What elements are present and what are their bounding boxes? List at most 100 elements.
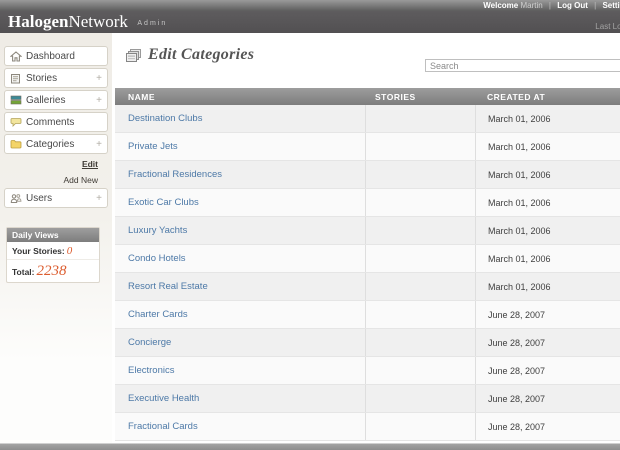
table-row: Destination Clubs March 01, 2006 bbox=[115, 105, 620, 133]
sidebar-item-galleries[interactable]: Galleries + bbox=[4, 90, 108, 110]
sidebar-menu: Dashboard Stories + Galleries + Comments Categ… bbox=[0, 46, 112, 208]
users-icon bbox=[10, 193, 23, 204]
cell-name: Fractional Residences bbox=[115, 161, 365, 188]
cell-name: Resort Real Estate bbox=[115, 273, 365, 300]
category-link[interactable]: Destination Clubs bbox=[128, 113, 202, 124]
last-login-text: Last Log bbox=[595, 22, 620, 31]
welcome-prefix: Welcome bbox=[483, 1, 519, 10]
sidebar-item-label: Dashboard bbox=[26, 50, 75, 62]
cell-name: Luxury Yachts bbox=[115, 217, 365, 244]
cell-created-at: June 28, 2007 bbox=[475, 357, 620, 384]
cell-stories bbox=[365, 329, 475, 356]
page-title-row: Edit Categories bbox=[125, 46, 254, 64]
category-link[interactable]: Concierge bbox=[128, 337, 171, 348]
plus-icon[interactable]: + bbox=[96, 139, 102, 150]
sidebar-item-categories[interactable]: Categories + bbox=[4, 134, 108, 154]
sidebar-item-users[interactable]: Users + bbox=[4, 188, 108, 208]
daily-views-row: Total: 2238 bbox=[7, 259, 99, 282]
cell-stories bbox=[365, 245, 475, 272]
sidebar-item-label: Galleries bbox=[26, 94, 66, 106]
table-row: Luxury Yachts March 01, 2006 bbox=[115, 217, 620, 245]
cell-created-at: March 01, 2006 bbox=[475, 189, 620, 216]
brand-name-bold: Halogen bbox=[8, 12, 69, 31]
cell-created-at: March 01, 2006 bbox=[475, 105, 620, 132]
category-link[interactable]: Exotic Car Clubs bbox=[128, 197, 199, 208]
cell-name: Private Jets bbox=[115, 133, 365, 160]
daily-views-label: Your Stories: bbox=[12, 246, 65, 256]
divider: | bbox=[594, 1, 597, 10]
table-row: Charter Cards June 28, 2007 bbox=[115, 301, 620, 329]
sidebar-subitem-edit[interactable]: Edit bbox=[4, 156, 108, 172]
category-link[interactable]: Condo Hotels bbox=[128, 253, 186, 264]
sidebar-item-label: Stories bbox=[26, 72, 58, 84]
cell-created-at: June 28, 2007 bbox=[475, 329, 620, 356]
table-row: Condo Hotels March 01, 2006 bbox=[115, 245, 620, 273]
table-row: Exotic Car Clubs March 01, 2006 bbox=[115, 189, 620, 217]
sidebar-subitem-add-new[interactable]: Add New bbox=[4, 172, 108, 188]
categories-table: NAME STORIES CREATED AT Destination Clubs M… bbox=[115, 88, 620, 441]
cell-stories bbox=[365, 385, 475, 412]
plus-icon[interactable]: + bbox=[96, 193, 102, 204]
divider: | bbox=[548, 1, 551, 10]
cell-name: Exotic Car Clubs bbox=[115, 189, 365, 216]
sidebar-subitem-label: Edit bbox=[81, 159, 98, 169]
search-input[interactable] bbox=[425, 59, 620, 72]
daily-views-value: 0 bbox=[66, 245, 73, 257]
brand-suffix: Admin bbox=[137, 20, 168, 27]
footer-bar bbox=[0, 443, 620, 450]
cell-stories bbox=[365, 161, 475, 188]
cell-stories bbox=[365, 301, 475, 328]
category-link[interactable]: Fractional Cards bbox=[128, 421, 198, 432]
cell-created-at: June 28, 2007 bbox=[475, 413, 620, 440]
category-link[interactable]: Fractional Residences bbox=[128, 169, 222, 180]
utility-bar: Welcome Martin | Log Out | Settings bbox=[0, 0, 620, 11]
category-link[interactable]: Electronics bbox=[128, 365, 174, 376]
daily-views-rows: Your Stories: 0 Total: 2238 bbox=[7, 242, 99, 282]
sidebar-item-dashboard[interactable]: Dashboard bbox=[4, 46, 108, 66]
logout-link[interactable]: Log Out bbox=[557, 1, 588, 10]
table-header-row: NAME STORIES CREATED AT bbox=[115, 88, 620, 105]
sidebar-item-stories[interactable]: Stories + bbox=[4, 68, 108, 88]
cell-created-at: June 28, 2007 bbox=[475, 385, 620, 412]
category-link[interactable]: Luxury Yachts bbox=[128, 225, 187, 236]
daily-views-row: Your Stories: 0 bbox=[7, 242, 99, 259]
username-text: Martin bbox=[520, 1, 543, 10]
table-row: Concierge June 28, 2007 bbox=[115, 329, 620, 357]
category-link[interactable]: Private Jets bbox=[128, 141, 178, 152]
category-link[interactable]: Charter Cards bbox=[128, 309, 188, 320]
cell-created-at: March 01, 2006 bbox=[475, 245, 620, 272]
cell-created-at: March 01, 2006 bbox=[475, 133, 620, 160]
brand-logo[interactable]: HalogenNetwork Admin bbox=[8, 12, 167, 32]
cell-created-at: June 28, 2007 bbox=[475, 301, 620, 328]
table-row: Resort Real Estate March 01, 2006 bbox=[115, 273, 620, 301]
cell-stories bbox=[365, 413, 475, 440]
cell-stories bbox=[365, 273, 475, 300]
sidebar-item-label: Users bbox=[26, 192, 53, 204]
plus-icon[interactable]: + bbox=[96, 73, 102, 84]
cell-name: Concierge bbox=[115, 329, 365, 356]
cell-name: Electronics bbox=[115, 357, 365, 384]
daily-views-title: Daily Views bbox=[7, 228, 99, 242]
sidebar-item-comments[interactable]: Comments bbox=[4, 112, 108, 132]
cell-name: Fractional Cards bbox=[115, 413, 365, 440]
comment-icon bbox=[10, 117, 23, 128]
daily-views-label: Total: bbox=[12, 267, 35, 277]
category-link[interactable]: Executive Health bbox=[128, 393, 199, 404]
brand-name-regular: Network bbox=[68, 12, 128, 31]
cell-stories bbox=[365, 105, 475, 132]
table-row: Fractional Cards June 28, 2007 bbox=[115, 413, 620, 441]
table-row: Electronics June 28, 2007 bbox=[115, 357, 620, 385]
cell-stories bbox=[365, 133, 475, 160]
gallery-icon bbox=[10, 95, 23, 106]
category-link[interactable]: Resort Real Estate bbox=[128, 281, 208, 292]
table-row: Private Jets March 01, 2006 bbox=[115, 133, 620, 161]
column-header-created-at: CREATED AT bbox=[487, 91, 546, 102]
settings-link[interactable]: Settings bbox=[602, 1, 620, 10]
cell-created-at: March 01, 2006 bbox=[475, 273, 620, 300]
utility-nav: Welcome Martin | Log Out | Settings bbox=[483, 0, 620, 11]
page-title: Edit Categories bbox=[148, 46, 255, 63]
daily-views-value: 2238 bbox=[36, 263, 67, 279]
plus-icon[interactable]: + bbox=[96, 95, 102, 106]
story-icon bbox=[10, 73, 23, 84]
admin-page: Welcome Martin | Log Out | Settings Halo… bbox=[0, 0, 620, 450]
